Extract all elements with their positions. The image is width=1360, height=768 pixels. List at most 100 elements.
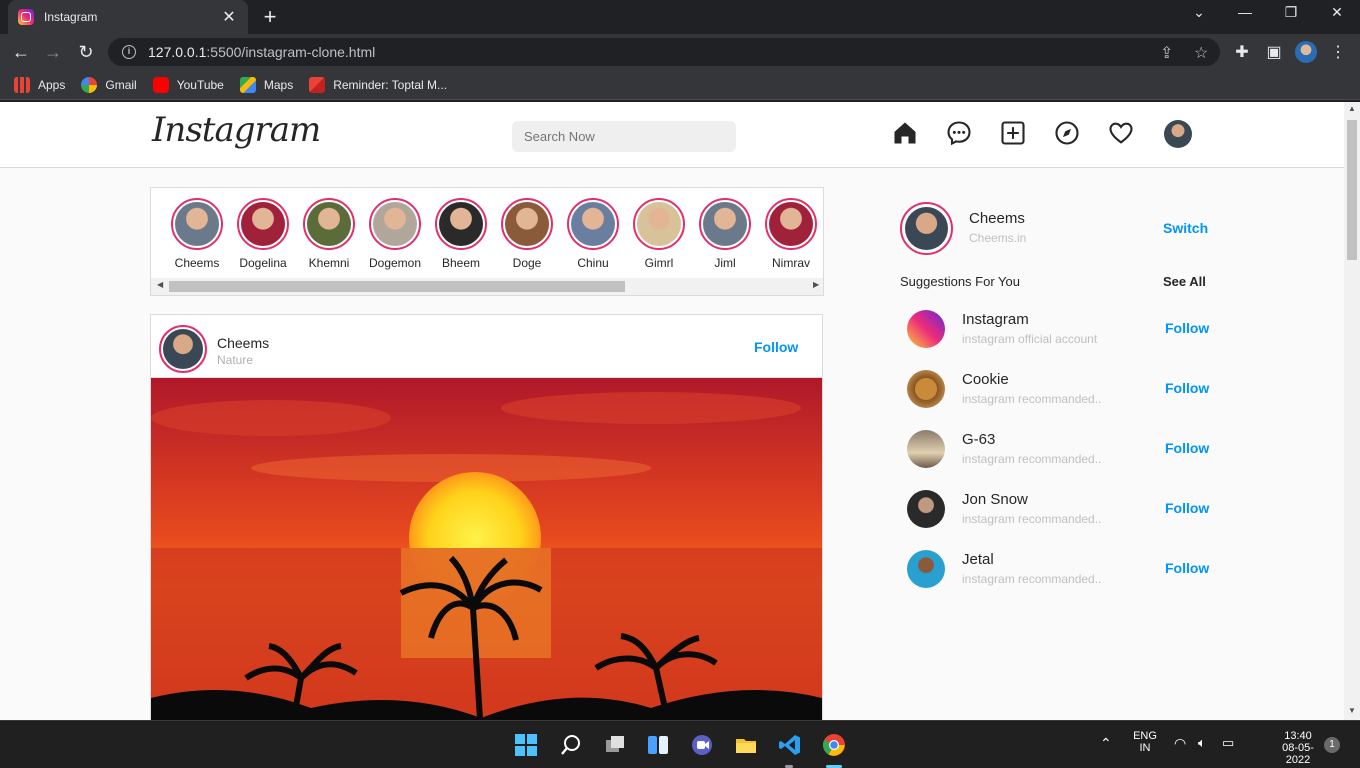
heart-icon[interactable] [1107, 119, 1135, 147]
jetal-avatar[interactable] [907, 550, 945, 588]
site-info-icon[interactable]: i [122, 45, 136, 59]
bookmark-youtube[interactable]: YouTube [152, 76, 224, 93]
story-avatar-ring[interactable] [171, 198, 223, 250]
story-item[interactable]: Dogemon [365, 198, 425, 270]
bookmark-star-icon[interactable]: ☆ [1194, 43, 1208, 63]
g63-avatar[interactable] [907, 430, 945, 468]
suggestion-name[interactable]: Cookie [962, 371, 1009, 388]
new-tab-button[interactable]: + [258, 4, 282, 30]
volume-icon[interactable]: 🔈︎ [1198, 735, 1206, 751]
post-username[interactable]: Cheems [217, 335, 269, 351]
story-item[interactable]: Chinu [563, 198, 623, 270]
windows-start-icon[interactable] [514, 733, 538, 757]
clock[interactable]: 13:40 08-05-2022 [1276, 730, 1320, 766]
browser-tab[interactable]: Instagram ✕ [8, 0, 248, 34]
story-avatar-ring[interactable] [765, 198, 817, 250]
task-view-icon[interactable] [603, 733, 627, 757]
bookmark-reminder[interactable]: Reminder: Toptal M... [309, 76, 447, 93]
story-item[interactable]: Khemni [299, 198, 359, 270]
file-explorer-icon[interactable] [734, 733, 758, 757]
page-scrollbar[interactable]: ▲ ▼ [1344, 102, 1360, 720]
instagram-logo[interactable]: Instagram [152, 110, 321, 150]
jon-snow-avatar[interactable] [907, 490, 945, 528]
back-arrow-icon[interactable]: ← [8, 39, 34, 65]
scroll-down-icon[interactable]: ▼ [1344, 706, 1360, 715]
tab-close-icon[interactable]: ✕ [220, 7, 238, 27]
story-avatar-ring[interactable] [633, 198, 685, 250]
post-avatar[interactable] [159, 325, 207, 373]
messenger-icon[interactable] [945, 119, 973, 147]
forward-arrow-icon[interactable]: → [40, 39, 66, 65]
story-avatar-ring[interactable] [567, 198, 619, 250]
bookmark-apps[interactable]: Apps [14, 76, 65, 93]
story-avatar-ring[interactable] [303, 198, 355, 250]
address-bar[interactable]: i 127.0.0.1:5500/instagram-clone.html ⇪ … [108, 38, 1220, 66]
share-icon[interactable]: ⇪ [1160, 43, 1173, 63]
suggestion-follow-button[interactable]: Follow [1165, 320, 1209, 336]
battery-icon[interactable]: ▭ [1222, 735, 1234, 751]
post-follow-button[interactable]: Follow [754, 339, 798, 355]
suggestion-name[interactable]: G-63 [962, 431, 995, 448]
url-text[interactable]: 127.0.0.1:5500/instagram-clone.html [148, 44, 375, 60]
switch-account-button[interactable]: Switch [1163, 220, 1208, 236]
bookmark-gmail[interactable]: Gmail [81, 76, 137, 93]
suggestion-follow-button[interactable]: Follow [1165, 560, 1209, 576]
teams-chat-icon[interactable] [690, 733, 714, 757]
extensions-icon[interactable]: ✚ [1232, 42, 1252, 62]
notification-badge[interactable]: 1 [1324, 737, 1340, 753]
sidebar-username[interactable]: Cheems [969, 210, 1025, 227]
language-indicator[interactable]: ENG IN [1132, 730, 1158, 754]
vscode-icon[interactable] [778, 733, 802, 757]
story-item[interactable]: Dogelina [233, 198, 293, 270]
sidebar-avatar[interactable] [900, 202, 953, 255]
profile-avatar-nav[interactable] [1164, 120, 1192, 148]
story-item[interactable]: Cheems [167, 198, 227, 270]
wifi-icon[interactable]: ◠ [1174, 735, 1186, 752]
bookmark-maps[interactable]: Maps [239, 76, 293, 93]
story-item[interactable]: Bheem [431, 198, 491, 270]
story-avatar-ring[interactable] [237, 198, 289, 250]
story-item[interactable]: Nimrav [761, 198, 821, 270]
menu-kebab-icon[interactable]: ⋮ [1328, 42, 1348, 62]
suggestion-follow-button[interactable]: Follow [1165, 500, 1209, 516]
story-avatar-ring[interactable] [435, 198, 487, 250]
explore-compass-icon[interactable] [1053, 119, 1081, 147]
story-avatar-ring[interactable] [501, 198, 553, 250]
post-image-sunset [151, 378, 822, 720]
minimize-button[interactable]: — [1222, 4, 1268, 20]
story-item[interactable]: Gimrl [629, 198, 689, 270]
suggestion-item: Jon Snow instagram recommanded.. Follow [907, 490, 1217, 530]
instagram-logo-icon[interactable] [907, 310, 945, 348]
reload-icon[interactable]: ↻ [73, 39, 99, 65]
scroll-right-icon[interactable]: ▶ [813, 280, 819, 289]
suggestion-name[interactable]: Instagram [962, 311, 1029, 328]
tab-search-icon[interactable]: ⌄ [1176, 4, 1222, 21]
scroll-up-icon[interactable]: ▲ [1344, 104, 1360, 113]
story-avatar-ring[interactable] [369, 198, 421, 250]
page-scrollbar-thumb[interactable] [1347, 120, 1357, 260]
new-post-icon[interactable] [999, 119, 1027, 147]
story-item[interactable]: Doge [497, 198, 557, 270]
stories-scrollbar[interactable]: ◀ ▶ [151, 278, 823, 295]
see-all-link[interactable]: See All [1163, 274, 1206, 289]
chrome-icon[interactable] [822, 733, 846, 757]
suggestion-follow-button[interactable]: Follow [1165, 440, 1209, 456]
avatar-image [905, 207, 948, 250]
cookie-avatar[interactable] [907, 370, 945, 408]
suggestion-follow-button[interactable]: Follow [1165, 380, 1209, 396]
suggestion-name[interactable]: Jetal [962, 551, 994, 568]
widgets-icon[interactable] [646, 733, 670, 757]
scrollbar-thumb[interactable] [169, 281, 625, 292]
home-icon[interactable] [891, 119, 919, 147]
scroll-left-icon[interactable]: ◀ [157, 280, 163, 289]
restore-button[interactable]: ❐ [1268, 4, 1314, 21]
search-icon[interactable] [559, 733, 583, 757]
story-item[interactable]: Jiml [695, 198, 755, 270]
close-window-button[interactable]: ✕ [1314, 4, 1360, 21]
chevron-up-icon[interactable]: ⌃ [1100, 735, 1112, 752]
side-panel-icon[interactable]: ▣ [1264, 42, 1284, 62]
profile-avatar[interactable] [1295, 41, 1317, 63]
search-input[interactable] [512, 121, 736, 152]
story-avatar-ring[interactable] [699, 198, 751, 250]
suggestion-name[interactable]: Jon Snow [962, 491, 1028, 508]
